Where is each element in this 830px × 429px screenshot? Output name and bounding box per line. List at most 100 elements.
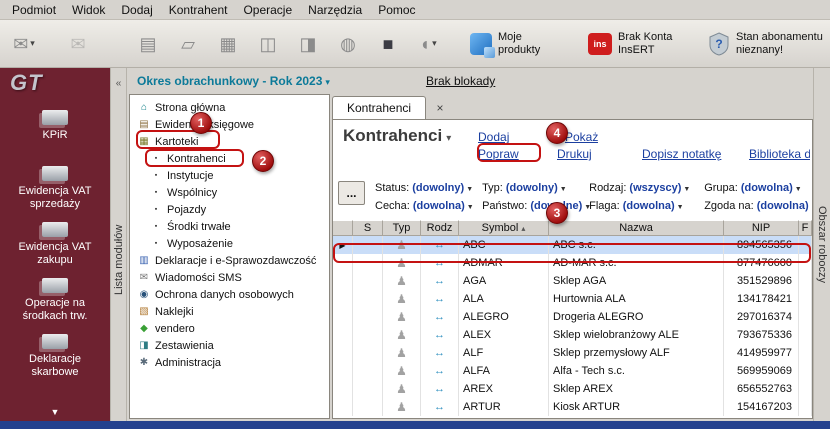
tree-item[interactable]: ▤ Ewidencje księgowe <box>130 116 329 133</box>
tree-item[interactable]: ▪ Środki trwałe <box>130 218 329 235</box>
menu-item[interactable]: Operacje <box>235 0 300 20</box>
status-row: Okres obrachunkowy - Rok 2023 Brak bloka… <box>127 68 813 94</box>
tree-item[interactable]: ◆ vendero <box>130 320 329 337</box>
table-row[interactable]: AREX Sklep AREX 656552763 <box>333 380 812 398</box>
action-link[interactable]: Popraw <box>478 147 557 161</box>
tree-item[interactable]: ✉ Wiadomości SMS <box>130 269 329 286</box>
cell-rodz <box>421 398 459 416</box>
konto-insert-button[interactable]: Brak Konta InsERT <box>582 24 686 64</box>
action-link[interactable]: Drukuj <box>557 147 642 161</box>
column-nazwa[interactable]: Nazwa <box>549 220 724 236</box>
table-row[interactable]: ALA Hurtownia ALA 134178421 <box>333 290 812 308</box>
tree-item[interactable]: ▪ Instytucje <box>130 167 329 184</box>
accounting-period-dropdown[interactable]: Okres obrachunkowy - Rok 2023 <box>137 74 330 88</box>
tree-item[interactable]: ◨ Zestawienia <box>130 337 329 354</box>
menu-item[interactable]: Narzędzia <box>300 0 370 20</box>
filter-dropdown[interactable]: Cecha:(dowolna) <box>375 200 479 212</box>
toolbar-button[interactable]: ✉ <box>4 25 44 63</box>
table-row[interactable]: ALF Sklep przemysłowy ALF 414959977 <box>333 344 812 362</box>
cell-s <box>353 398 383 416</box>
tree-item[interactable]: ✱ Administracja <box>130 354 329 371</box>
column-selector[interactable] <box>333 220 353 236</box>
cell-nazwa: Sklep AGA <box>549 272 724 290</box>
module-item[interactable]: Operacje na środkach trw. <box>3 272 107 328</box>
table-row[interactable]: ABC ABC s.c. 894565356 <box>333 236 812 254</box>
filter-dropdown[interactable]: Status:(dowolny) <box>375 182 479 194</box>
tree-item[interactable]: ▥ Deklaracje i e-Sprawozdawczość <box>130 252 329 269</box>
filter-dropdown[interactable]: Flaga:(dowolna) <box>589 200 701 212</box>
close-tab-icon[interactable] <box>432 100 448 116</box>
action-link[interactable]: Pokaż <box>565 130 598 144</box>
cell-symbol: ALEX <box>459 326 549 344</box>
tree-item[interactable]: ▪ Kontrahenci <box>130 150 329 167</box>
menu-item[interactable]: Podmiot <box>4 0 64 20</box>
menu-item[interactable]: Dodaj <box>113 0 160 20</box>
module-item[interactable]: Ewidencja VAT sprzedaży <box>3 160 107 216</box>
table-row[interactable]: ALEX Sklep wielobranżowy ALE 793675336 <box>333 326 812 344</box>
workspace-strip-label: Obszar roboczy <box>816 206 828 283</box>
cell-s <box>353 236 383 254</box>
cell-nip: 414959977 <box>724 344 799 362</box>
action-link[interactable]: Dopisz notatkę <box>642 147 749 161</box>
toolbar-button[interactable]: ◨ <box>288 25 328 63</box>
module-item[interactable]: Ewidencja VAT zakupu <box>3 216 107 272</box>
toolbar-button[interactable]: ◫ <box>248 25 288 63</box>
blokada-link[interactable]: Brak blokady <box>426 74 495 88</box>
toolbar-button[interactable]: ◖ <box>408 25 448 63</box>
stan-abonamentu-button[interactable]: ? Stan abonamentu nieznany! <box>702 24 830 64</box>
toolbar-button[interactable]: ▦ <box>208 25 248 63</box>
tree-item-icon: ◨ <box>137 340 151 351</box>
tree-item[interactable]: ▪ Pojazdy <box>130 201 329 218</box>
module-label: Operacje na środkach trw. <box>5 297 105 322</box>
cell-nip: 297016374 <box>724 308 799 326</box>
toolbar-button[interactable]: ■ <box>368 25 408 63</box>
table-row[interactable]: ARTUR Kiosk ARTUR 154167203 <box>333 398 812 416</box>
tree-item-label: Naklejki <box>155 306 194 318</box>
filter-label: Zgoda na: <box>704 200 754 212</box>
tree-item[interactable]: ▪ Wyposażenie <box>130 235 329 252</box>
filter-value: (dowolna) <box>623 200 675 212</box>
tab-kontrahenci[interactable]: Kontrahenci <box>332 96 426 119</box>
workspace-strip[interactable]: Obszar roboczy <box>813 68 830 421</box>
toolbar-button[interactable]: ◍ <box>328 25 368 63</box>
table-row[interactable]: ALFA Alfa - Tech s.c. 569959069 <box>333 362 812 380</box>
table-row[interactable]: ADMAR AD-MAR s.c. 877476600 <box>333 254 812 272</box>
collapse-panel-icon[interactable] <box>111 68 126 98</box>
table-row[interactable]: ALEGRO Drogeria ALEGRO 297016374 <box>333 308 812 326</box>
column-nip[interactable]: NIP <box>724 220 799 236</box>
module-item[interactable]: KPiR <box>3 104 107 160</box>
more-filters-button[interactable]: ... <box>338 181 365 205</box>
filter-dropdown[interactable]: Rodzaj:(wszyscy) <box>589 182 701 194</box>
contractors-table: S Typ Rodz Symbol Nazwa NIP F <box>333 220 812 418</box>
column-f[interactable]: F <box>799 220 812 236</box>
filter-dropdown[interactable]: Zgoda na:(dowolna) <box>704 200 812 212</box>
column-rodz[interactable]: Rodz <box>421 220 459 236</box>
menu-item[interactable]: Widok <box>64 0 113 20</box>
action-link[interactable]: Dodaj <box>478 130 565 144</box>
cell-nazwa: AD-MAR s.c. <box>549 254 724 272</box>
toolbar-button[interactable]: ▤ <box>128 25 168 63</box>
menu-item[interactable]: Pomoc <box>370 0 423 20</box>
products-icon <box>470 33 492 55</box>
action-link[interactable]: Biblioteka dokumentów <box>749 147 810 161</box>
column-typ[interactable]: Typ <box>383 220 421 236</box>
module-item[interactable]: Deklaracje skarbowe <box>3 328 107 384</box>
table-row[interactable]: AGA Sklep AGA 351529896 <box>333 272 812 290</box>
tree-item[interactable]: ◉ Ochrona danych osobowych <box>130 286 329 303</box>
moje-produkty-button[interactable]: Moje produkty <box>464 24 566 64</box>
tree-item[interactable]: ▦ Kartoteki <box>130 133 329 150</box>
tree-item[interactable]: ⌂ Strona główna <box>130 99 329 116</box>
column-s[interactable]: S <box>353 220 383 236</box>
toolbar-button[interactable]: ▱ <box>168 25 208 63</box>
filter-dropdown[interactable]: Grupa:(dowolna) <box>704 182 802 194</box>
filter-dropdown[interactable]: Państwo:(dowolne) <box>482 200 586 212</box>
more-modules-button[interactable] <box>0 403 110 421</box>
page-title[interactable]: Kontrahenci <box>343 126 451 146</box>
tree-item[interactable]: ▧ Naklejki <box>130 303 329 320</box>
tree-item[interactable]: ▪ Wspólnicy <box>130 184 329 201</box>
menu-item[interactable]: Kontrahent <box>161 0 236 20</box>
module-list-strip[interactable]: Lista modułów <box>110 68 127 421</box>
column-symbol[interactable]: Symbol <box>459 220 549 236</box>
toolbar-button[interactable]: ✉ <box>58 25 98 63</box>
filter-dropdown[interactable]: Typ:(dowolny) <box>482 182 586 194</box>
